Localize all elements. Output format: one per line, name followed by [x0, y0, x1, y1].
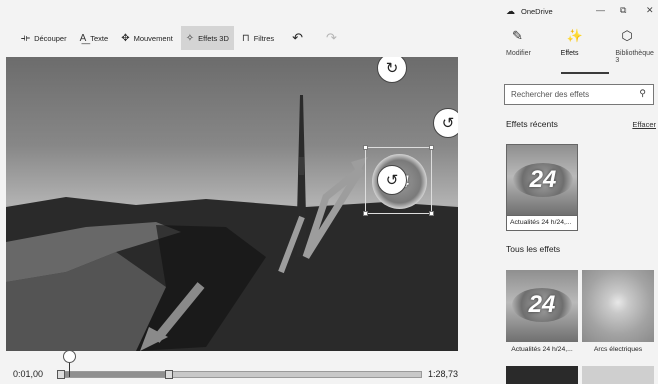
rotate-z-icon: ↺ [385, 172, 399, 189]
resize-handle-bottom-right[interactable] [429, 211, 434, 216]
clear-recent-link[interactable]: Effacer [632, 120, 656, 129]
redo-icon: ↷ [326, 30, 337, 45]
trim-track[interactable] [57, 370, 422, 379]
restore-button[interactable]: ⧉ [620, 5, 626, 16]
tab-bibliotheque[interactable]: ⬡ Bibliothèque 3 [603, 28, 658, 74]
close-button[interactable]: ✕ [646, 5, 654, 16]
undo-button[interactable]: ↶ [282, 26, 313, 50]
tab-effets[interactable]: ✨ Effets [549, 28, 609, 74]
resize-handle-top-right[interactable] [429, 145, 434, 150]
recent-effects-heading: Effets récents [506, 119, 558, 129]
cube-icon: ⬡ [621, 28, 633, 43]
pencil-icon: ✎ [512, 28, 523, 43]
rotate-z-button[interactable]: ↺ [377, 165, 407, 195]
recent-effect-label: Actualités 24 h/24,... [506, 216, 578, 231]
filters-label: Filtres [253, 33, 275, 43]
cloud-icon: ☁ [506, 5, 515, 16]
all-effects-heading: Tous les effets [506, 244, 561, 254]
timeline-bar: 0:01,00 1:28,73 [0, 350, 466, 384]
effect-tile-electric-arcs[interactable]: Arcs électriques [582, 270, 654, 353]
sparkle-icon: ✨ [566, 28, 583, 43]
trim-end-handle[interactable] [165, 370, 174, 379]
trim-label: Découper [34, 33, 67, 43]
resize-handle-top-left[interactable] [363, 145, 368, 150]
effect-thumbnail: 24 [506, 270, 578, 342]
filters-button[interactable]: ⊓ Filtres [237, 26, 279, 50]
motion-label: Mouvement [133, 33, 173, 43]
effect-thumbnail [582, 366, 654, 384]
end-time: 1:28,73 [428, 369, 459, 379]
text-icon: A͟ [79, 32, 87, 44]
panel-tabs: ✎ Modifier ✨ Effets ⬡ Bibliothèque 3 [494, 28, 658, 74]
effect-thumbnail-24: 24 [513, 163, 573, 197]
trim-start-handle[interactable] [57, 370, 65, 379]
motion-button[interactable]: ✥ Mouvement [116, 26, 178, 50]
effect-label-news24: Actualités 24 h/24,... [511, 346, 573, 353]
tab-modifier-label: Modifier [506, 50, 531, 57]
effects-panel: ☁ OneDrive — ⧉ ✕ ✎ Modifier ✨ Effets ⬡ B… [494, 0, 658, 384]
trim-selection-range [59, 372, 170, 377]
recent-effects-header: Effets récents Effacer [506, 119, 656, 129]
resize-handle-bottom-left[interactable] [363, 211, 368, 216]
trim-button[interactable]: ⟛ Découper [16, 26, 72, 50]
effect-thumbnail-24: 24 [512, 288, 572, 322]
rotate-y-icon: ↻ [385, 60, 399, 77]
effects-3d-label: Effets 3D [198, 33, 229, 43]
editor-toolbar: ⟛ Découper A͟ Texte ✥ Mouvement ✧ Effets… [0, 20, 466, 56]
video-editor: ⟛ Découper A͟ Texte ✥ Mouvement ✧ Effets… [0, 0, 466, 384]
filters-icon: ⊓ [241, 32, 250, 44]
video-preview[interactable]: 24 ↻ ↺ ↺ [6, 57, 458, 351]
effect-thumbnail [582, 270, 654, 342]
tab-bibliotheque-label: Bibliothèque 3 [615, 50, 654, 64]
minimize-button[interactable]: — [596, 5, 605, 15]
rotate-x-icon: ↺ [441, 115, 455, 132]
tab-modifier[interactable]: ✎ Modifier [494, 28, 549, 74]
tab-effets-label: Effets [560, 50, 579, 57]
effects-3d-icon: ✧ [185, 32, 195, 44]
effect-thumbnail: 24 [506, 144, 578, 216]
all-effects-header: Tous les effets [506, 244, 656, 254]
effects-3d-button[interactable]: ✧ Effets 3D [180, 26, 234, 50]
effect-tile-partial[interactable] [582, 366, 654, 384]
search-icon[interactable]: ⚲ [639, 88, 646, 99]
redo-button[interactable]: ↷ [316, 26, 347, 50]
trim-icon: ⟛ [21, 32, 31, 44]
playhead-handle[interactable] [63, 350, 76, 363]
effect-thumbnail [506, 366, 578, 384]
effect-label-electric-arcs: Arcs électriques [593, 346, 643, 353]
rotate-x-button[interactable]: ↺ [433, 108, 458, 138]
search-placeholder: Rechercher des effets [511, 90, 590, 99]
effect-tile-partial[interactable] [506, 366, 578, 384]
text-button[interactable]: A͟ Texte [75, 26, 114, 50]
effect-tile-news24[interactable]: 24 Actualités 24 h/24,... [506, 270, 578, 353]
text-label: Texte [90, 33, 109, 43]
recent-effect-tile[interactable]: 24 Actualités 24 h/24,... [506, 144, 578, 231]
app-title: OneDrive [521, 6, 553, 16]
undo-icon: ↶ [292, 30, 304, 45]
motion-icon: ✥ [121, 32, 130, 44]
search-effects-input[interactable]: Rechercher des effets ⚲ [504, 84, 654, 105]
start-time: 0:01,00 [13, 369, 44, 379]
window-titlebar: ☁ OneDrive — ⧉ ✕ [494, 0, 658, 22]
